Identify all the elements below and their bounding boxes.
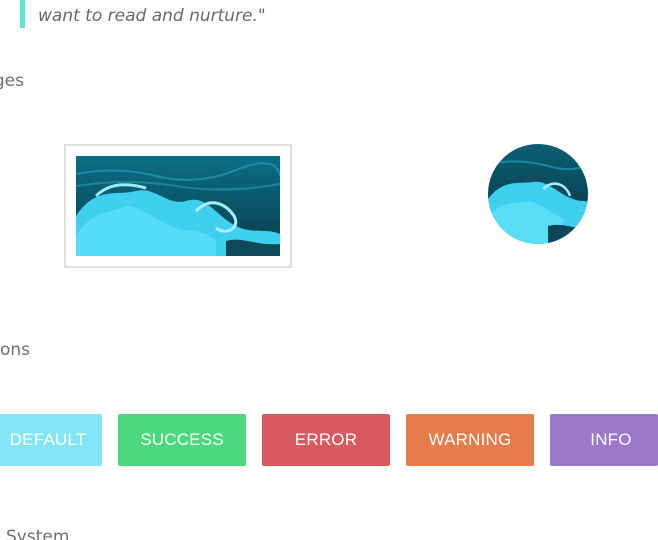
success-button[interactable]: SUCCESS: [118, 414, 246, 466]
buttons-section-heading: ons: [0, 340, 30, 360]
circular-image: [488, 144, 588, 244]
system-section-heading: System: [6, 527, 70, 540]
images-section-heading: ges: [0, 71, 24, 91]
blockquote-text: want to read and nurture.": [38, 6, 266, 26]
default-button[interactable]: DEFAULT: [0, 414, 102, 466]
style-guide-page: want to read and nurture." ges: [0, 0, 658, 540]
error-button[interactable]: ERROR: [262, 414, 390, 466]
blockquote: want to read and nurture.": [20, 0, 266, 28]
warning-button[interactable]: WARNING: [406, 414, 534, 466]
framed-image: [64, 144, 292, 268]
info-button[interactable]: INFO: [550, 414, 658, 466]
ocean-wave-photo: [76, 156, 280, 256]
